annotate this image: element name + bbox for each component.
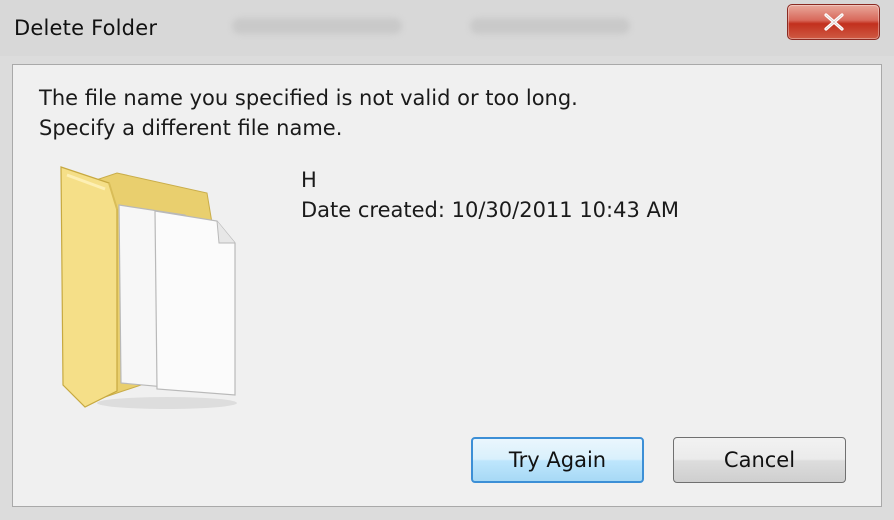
error-message-line-2: Specify a different file name.: [39, 116, 343, 140]
cancel-button[interactable]: Cancel: [673, 437, 846, 483]
close-button[interactable]: [787, 4, 880, 40]
close-x-icon: [823, 13, 844, 31]
error-message-line-1: The file name you specified is not valid…: [39, 86, 578, 110]
delete-folder-dialog: Delete Folder The file name you specifie…: [0, 0, 894, 520]
blurred-title-text: [470, 18, 630, 34]
item-name: H: [301, 168, 317, 192]
blurred-title-text: [232, 18, 402, 34]
try-again-button[interactable]: Try Again: [471, 437, 644, 483]
content-panel: The file name you specified is not valid…: [12, 64, 882, 507]
item-date-created: Date created: 10/30/2011 10:43 AM: [301, 198, 679, 222]
title-bar[interactable]: Delete Folder: [0, 0, 894, 56]
folder-icon: [60, 166, 237, 409]
window-title: Delete Folder: [14, 16, 158, 40]
